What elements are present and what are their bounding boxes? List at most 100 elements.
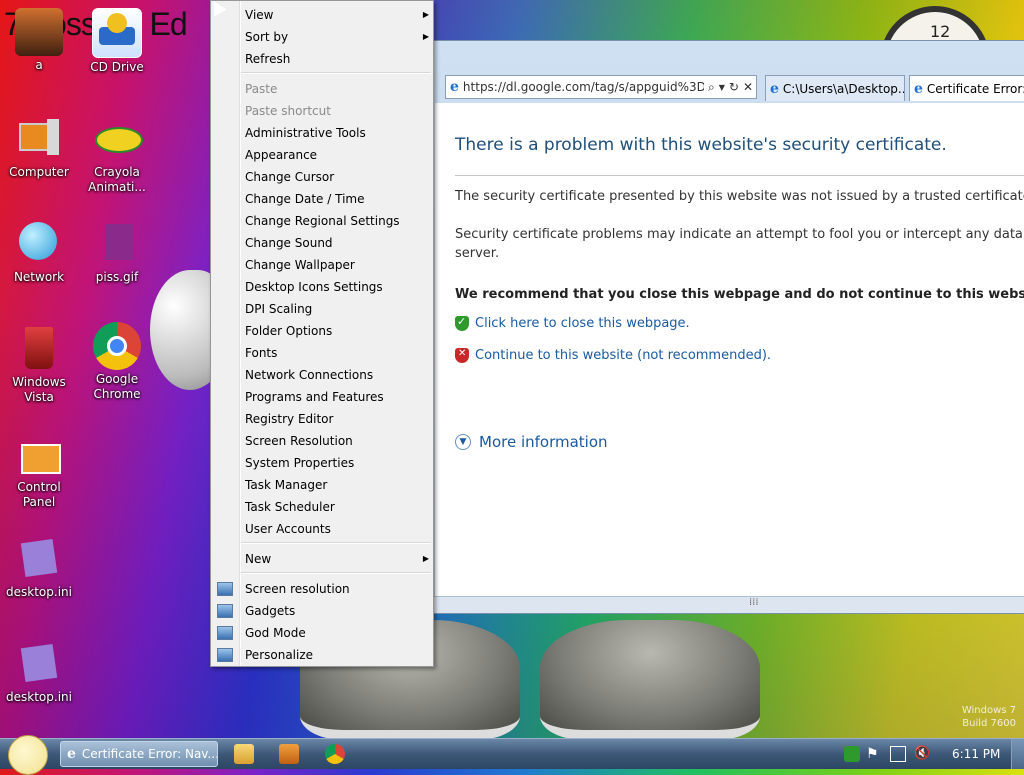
watermark-line: Build 7600: [962, 718, 1016, 729]
menu-item-label: View: [245, 8, 274, 22]
menu-item-label: Change Date / Time: [245, 192, 365, 206]
desktop-icon-google-chrome[interactable]: Google Chrome: [79, 322, 155, 402]
menu-item-paste: Paste: [245, 78, 425, 100]
menu-item-change-cursor[interactable]: Change Cursor: [245, 166, 425, 188]
menu-item-sort-by[interactable]: Sort by ▶: [245, 26, 429, 48]
volume-muted-icon[interactable]: 🔇: [914, 746, 930, 762]
desktop-icon-computer[interactable]: Computer: [1, 115, 77, 180]
clock-time[interactable]: 6:11 PM: [952, 739, 1000, 769]
warning-line: Security certificate problems may indica…: [455, 227, 1024, 242]
tab-desktop-folder[interactable]: e C:\Users\a\Desktop...: [765, 75, 905, 101]
taskbar: e Certificate Error: Nav... ⚑ 🔇 6:11 PM: [0, 735, 1024, 775]
menu-item-task-scheduler[interactable]: Task Scheduler: [245, 496, 425, 518]
menu-item-user-accounts[interactable]: User Accounts: [245, 518, 425, 540]
continue-website-link[interactable]: Continue to this website (not recommende…: [455, 348, 771, 363]
menu-item-label: DPI Scaling: [245, 302, 313, 316]
crayola-icon: [93, 115, 143, 163]
menu-item-label: Network Connections: [245, 368, 374, 382]
menu-item-change-wallpaper[interactable]: Change Wallpaper: [245, 254, 425, 276]
menu-item-gadgets[interactable]: Gadgets: [245, 600, 425, 622]
menu-item-screen-resolution[interactable]: Screen Resolution: [245, 430, 425, 452]
menu-item-change-sound[interactable]: Change Sound: [245, 232, 425, 254]
close-webpage-link[interactable]: Click here to close this webpage.: [455, 315, 690, 331]
menu-item-label: Change Wallpaper: [245, 258, 355, 272]
desktop-icon-crayola[interactable]: Crayola Animati...: [79, 115, 155, 195]
menu-item-refresh[interactable]: Refresh: [245, 48, 425, 70]
menu-item-label: Screen resolution: [245, 582, 350, 596]
taskbar-task-certificate-error[interactable]: e Certificate Error: Nav...: [60, 741, 218, 767]
menu-separator: [241, 542, 431, 544]
desktop-icon-label: Control Panel: [17, 480, 61, 509]
certificate-issuer-text: The security certificate presented by th…: [455, 189, 1024, 204]
chrome-taskbar-icon[interactable]: [325, 744, 345, 764]
media-player-icon[interactable]: [279, 744, 299, 764]
ie-icon: e: [67, 746, 76, 762]
gif-file-icon: [93, 220, 141, 268]
menu-item-folder-options[interactable]: Folder Options: [245, 320, 425, 342]
menu-item-screen-resolution[interactable]: Screen resolution: [245, 578, 425, 600]
continue-website-link-text[interactable]: Continue to this website (not recommende…: [475, 348, 771, 363]
menu-item-label: Sort by: [245, 30, 289, 44]
menu-item-god-mode[interactable]: God Mode: [245, 622, 425, 644]
control-panel-icon: [15, 430, 63, 478]
close-webpage-link-text[interactable]: Click here to close this webpage.: [475, 316, 690, 331]
browser-window: e https://dl.google.com/tag/s/appguid%3D…: [432, 40, 1024, 614]
menu-item-label: Task Scheduler: [245, 500, 335, 514]
desktop-icon-label: Network: [13, 270, 65, 284]
security-tray-icon[interactable]: [844, 746, 860, 762]
windows-watermark: Windows 7 Build 7600: [962, 704, 1016, 730]
chrome-icon: [93, 322, 141, 370]
explorer-folder-icon[interactable]: [234, 744, 254, 764]
menu-item-label: Change Sound: [245, 236, 333, 250]
desktop-icon-label: desktop.ini: [6, 690, 72, 704]
menu-item-programs-and-features[interactable]: Programs and Features: [245, 386, 425, 408]
desktop-icon-control-panel[interactable]: Control Panel: [1, 430, 77, 510]
more-information-toggle[interactable]: ▼ More information: [455, 433, 608, 451]
menu-item-system-properties[interactable]: System Properties: [245, 452, 425, 474]
desktop-icon-network[interactable]: Network: [1, 220, 77, 285]
menu-item-personalize[interactable]: Personalize: [245, 644, 425, 666]
ie-icon: e: [770, 80, 779, 97]
address-url[interactable]: https://dl.google.com/tag/s/appguid%3D: [463, 80, 704, 94]
more-information-label[interactable]: More information: [479, 433, 608, 451]
desktop-icon-user[interactable]: a: [1, 8, 77, 73]
menu-item-view[interactable]: View ▶: [245, 4, 429, 26]
desktop-icon-piss-gif[interactable]: piss.gif: [79, 220, 155, 285]
menu-item-change-regional-settings[interactable]: Change Regional Settings: [245, 210, 425, 232]
cd-drive-icon: [92, 8, 142, 58]
menu-item-new[interactable]: New ▶: [245, 548, 429, 570]
desktop-icon-label: Crayola Animati...: [88, 165, 146, 194]
desktop-icon-windows-vista[interactable]: Windows Vista: [1, 325, 77, 405]
menu-item-label: Paste: [245, 82, 278, 96]
menu-item-registry-editor[interactable]: Registry Editor: [245, 408, 425, 430]
address-bar[interactable]: e https://dl.google.com/tag/s/appguid%3D…: [445, 75, 757, 99]
menu-item-change-date-time[interactable]: Change Date / Time: [245, 188, 425, 210]
menu-item-dpi-scaling[interactable]: DPI Scaling: [245, 298, 425, 320]
desktop-icon-desktop-ini-1[interactable]: desktop.ini: [1, 535, 77, 600]
divider: [455, 175, 1024, 176]
status-bar-grip[interactable]: ⁞⁞⁞: [433, 596, 1024, 613]
show-desktop-button[interactable]: [1011, 739, 1024, 769]
menu-item-appearance[interactable]: Appearance: [245, 144, 425, 166]
search-icon[interactable]: ⌕: [708, 80, 715, 95]
desktop-icon-desktop-ini-2[interactable]: desktop.ini: [1, 640, 77, 705]
desktop-icon-label: Computer: [9, 165, 69, 179]
dropdown-icon[interactable]: ▼: [719, 83, 725, 92]
menu-item-administrative-tools[interactable]: Administrative Tools: [245, 122, 425, 144]
desktop-icon-cd-drive[interactable]: CD Drive: [79, 8, 155, 75]
network-tray-icon[interactable]: [890, 746, 906, 762]
menu-item-label: Registry Editor: [245, 412, 334, 426]
flag-icon[interactable]: ⚑: [866, 746, 882, 762]
tab-certificate-error[interactable]: e Certificate Error:...: [909, 75, 1024, 101]
desktop-icon-label: piss.gif: [95, 270, 139, 284]
menu-item-fonts[interactable]: Fonts: [245, 342, 425, 364]
stop-icon[interactable]: ✕: [743, 80, 756, 94]
menu-item-label: New: [245, 552, 272, 566]
menu-item-desktop-icons-settings[interactable]: Desktop Icons Settings: [245, 276, 425, 298]
menu-item-task-manager[interactable]: Task Manager: [245, 474, 425, 496]
desktop-icon-label: Google Chrome: [93, 372, 141, 401]
start-button[interactable]: [8, 735, 48, 775]
menu-item-label: Change Regional Settings: [245, 214, 400, 228]
refresh-icon[interactable]: ↻: [729, 80, 739, 94]
menu-item-network-connections[interactable]: Network Connections: [245, 364, 425, 386]
